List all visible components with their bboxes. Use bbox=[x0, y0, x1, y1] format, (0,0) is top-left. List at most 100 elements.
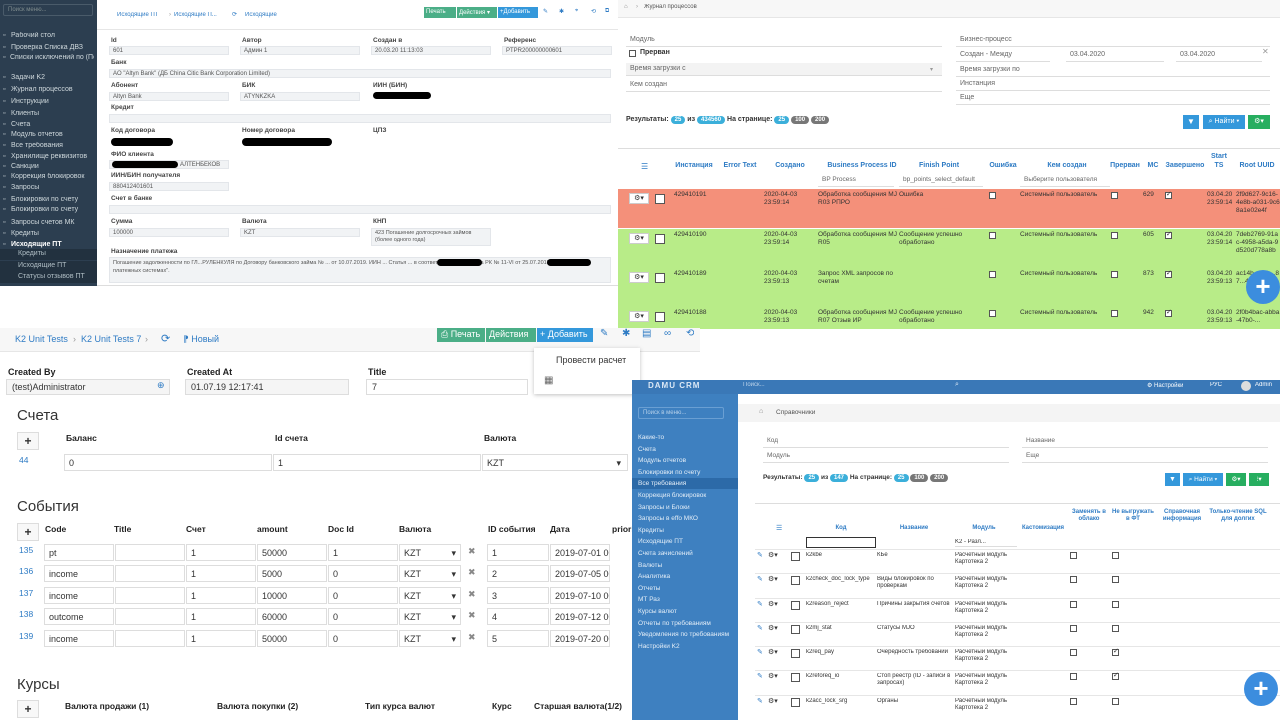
clear-icon[interactable]: ✖ bbox=[468, 546, 476, 557]
bank-account-field[interactable] bbox=[109, 205, 611, 214]
sidebar-item[interactable]: Курсы валют bbox=[638, 608, 677, 615]
print-button[interactable]: ⎙ Печать bbox=[437, 328, 485, 342]
per-page-200[interactable]: 200 bbox=[930, 474, 949, 482]
language-link[interactable]: РУС bbox=[1210, 382, 1222, 388]
credit-field[interactable] bbox=[109, 114, 611, 123]
column-header[interactable]: Справочная информация bbox=[1158, 509, 1206, 523]
column-header[interactable]: Ошибка bbox=[986, 162, 1020, 169]
row-actions-button[interactable]: ⚙▾ bbox=[768, 600, 778, 608]
date-to-input[interactable]: 03.04.2020 bbox=[1176, 49, 1262, 62]
currency-select[interactable]: KZT ▾ bbox=[399, 608, 461, 625]
edit-icon[interactable]: ✎ bbox=[757, 600, 763, 608]
code-input[interactable]: outcome bbox=[44, 608, 114, 625]
sidebar-item[interactable]: Настройки K2 bbox=[638, 643, 680, 650]
interrupted-checkbox[interactable] bbox=[629, 50, 636, 57]
home-icon[interactable]: ⌂ bbox=[759, 408, 763, 415]
finish-column-filter[interactable]: bp_points_select_default bbox=[899, 174, 983, 187]
edit-icon[interactable]: ✎ bbox=[757, 697, 763, 705]
sidebar-item[interactable]: Проверка Списка ДВЗ bbox=[11, 44, 95, 51]
module-filter[interactable]: Модуль bbox=[626, 34, 942, 47]
history-icon[interactable]: ⟲ bbox=[591, 8, 596, 15]
account-input[interactable]: 1 bbox=[186, 630, 256, 647]
date-input[interactable]: 2019-07-10 00 bbox=[550, 587, 610, 604]
column-header[interactable]: Error Text bbox=[720, 162, 760, 169]
find-button[interactable]: ⌕ Найти ▾ bbox=[1183, 473, 1223, 486]
currency-select[interactable]: KZT ▾ bbox=[399, 630, 461, 647]
sidebar-item[interactable]: Задачи K2 bbox=[11, 74, 95, 81]
column-header[interactable]: Модуль bbox=[952, 525, 1016, 532]
amount-input[interactable]: 10000 bbox=[257, 587, 327, 604]
knp-field[interactable]: 423 Погашение долгосрочных займов (более… bbox=[371, 228, 491, 246]
column-header[interactable]: Кастомизация bbox=[1018, 525, 1068, 532]
row-actions-button[interactable]: ⚙▾ bbox=[629, 272, 649, 283]
bp-column-filter[interactable]: BP Process bbox=[818, 174, 894, 187]
export-button[interactable]: ⚙▾ bbox=[1226, 473, 1246, 486]
row-checkbox[interactable] bbox=[791, 698, 800, 707]
code-column-filter[interactable] bbox=[806, 537, 876, 548]
currency-select[interactable]: KZT ▾ bbox=[399, 544, 461, 561]
account-input[interactable]: 1 bbox=[186, 544, 256, 561]
sidebar-item[interactable]: Санкции bbox=[11, 163, 95, 170]
column-header[interactable]: Создано bbox=[772, 162, 808, 169]
account-input[interactable]: 1 bbox=[186, 608, 256, 625]
add-fab[interactable]: + bbox=[1246, 270, 1280, 304]
sidebar-item[interactable]: Запросы bbox=[11, 184, 95, 191]
row-actions-button[interactable]: ⚙▾ bbox=[768, 648, 778, 656]
sidebar-item[interactable]: Рабочий стол bbox=[11, 32, 95, 39]
sidebar-item[interactable]: Клиенты bbox=[11, 110, 95, 117]
open-link-icon[interactable]: ⊕ bbox=[157, 380, 165, 391]
actions-button[interactable]: Действия ▾ bbox=[486, 328, 536, 342]
code-input[interactable]: pt bbox=[44, 544, 114, 561]
add-account-button[interactable]: + bbox=[17, 432, 39, 450]
column-header[interactable]: Завершено bbox=[1164, 162, 1206, 169]
column-header[interactable]: Код bbox=[806, 525, 876, 532]
row-checkbox[interactable] bbox=[791, 552, 800, 561]
clear-icon[interactable]: ✖ bbox=[468, 632, 476, 643]
row-actions-button[interactable]: ⚙▾ bbox=[629, 233, 649, 244]
pin-icon[interactable]: ⌖ bbox=[575, 8, 578, 15]
sidebar-item[interactable]: Исходящие ПТ bbox=[11, 241, 95, 248]
link-icon[interactable]: ∞ bbox=[664, 328, 671, 339]
row-actions-button[interactable]: ⚙▾ bbox=[768, 551, 778, 559]
sidebar-item[interactable]: Какие-то bbox=[638, 434, 664, 441]
add-rate-button[interactable]: + bbox=[17, 700, 39, 718]
date-from-input[interactable]: 03.04.2020 bbox=[1066, 49, 1164, 62]
title-input[interactable] bbox=[115, 587, 185, 604]
load-from-filter[interactable]: Время загрузки с bbox=[626, 63, 942, 76]
date-input[interactable]: 2019-07-01 00 bbox=[550, 544, 610, 561]
row-checkbox[interactable] bbox=[791, 601, 800, 610]
filter-button[interactable]: ▼ bbox=[1183, 115, 1199, 129]
sidebar-item[interactable]: Блокировки по счету bbox=[11, 206, 95, 213]
sidebar-subitem[interactable]: Кредиты bbox=[0, 249, 97, 260]
refresh-icon[interactable]: ⟳ bbox=[232, 11, 237, 18]
find-button[interactable]: ⌕ Найти ▾ bbox=[1203, 115, 1245, 129]
sidebar-item[interactable]: Журнал процессов bbox=[11, 86, 95, 93]
event-id-input[interactable]: 1 bbox=[487, 544, 549, 561]
row-actions-button[interactable]: ⚙▾ bbox=[768, 575, 778, 583]
title-input[interactable] bbox=[115, 544, 185, 561]
column-header[interactable]: Start TS bbox=[1208, 152, 1230, 170]
add-button[interactable]: + Добавить bbox=[537, 328, 593, 342]
sidebar-item[interactable]: Счета bbox=[11, 121, 95, 128]
code-input[interactable]: income bbox=[44, 630, 114, 647]
instance-cell[interactable]: 429410188 bbox=[674, 309, 718, 317]
per-page-25[interactable]: 25 bbox=[774, 116, 790, 124]
currency-select[interactable]: KZT ▾ bbox=[399, 587, 461, 604]
created-by-filter[interactable]: Кем создан bbox=[626, 79, 942, 92]
doc-id-input[interactable]: 0 bbox=[328, 608, 398, 625]
per-page-100[interactable]: 100 bbox=[910, 474, 929, 482]
sidebar-item[interactable]: Валюты bbox=[638, 562, 662, 569]
menu-search-input[interactable]: Поиск в меню... bbox=[638, 407, 724, 419]
sidebar-item[interactable]: Кредиты bbox=[11, 230, 95, 237]
sidebar-item[interactable]: Модуль отчетов bbox=[11, 131, 95, 138]
column-header[interactable]: Инстанция bbox=[674, 162, 714, 169]
row-actions-button[interactable]: ⚙▾ bbox=[768, 624, 778, 632]
more-button[interactable]: ⁝▾ bbox=[1249, 473, 1269, 486]
add-button[interactable]: +Добавить bbox=[498, 7, 538, 18]
sidebar-item[interactable]: МТ Раз bbox=[638, 596, 660, 603]
edit-icon[interactable]: ✎ bbox=[543, 8, 548, 15]
sidebar-subitem[interactable]: Статусы отзывов ПТ bbox=[0, 272, 97, 283]
sidebar-item[interactable]: Все требования bbox=[11, 142, 95, 149]
event-id-input[interactable]: 3 bbox=[487, 587, 549, 604]
event-row-link[interactable]: 135 bbox=[19, 545, 33, 555]
